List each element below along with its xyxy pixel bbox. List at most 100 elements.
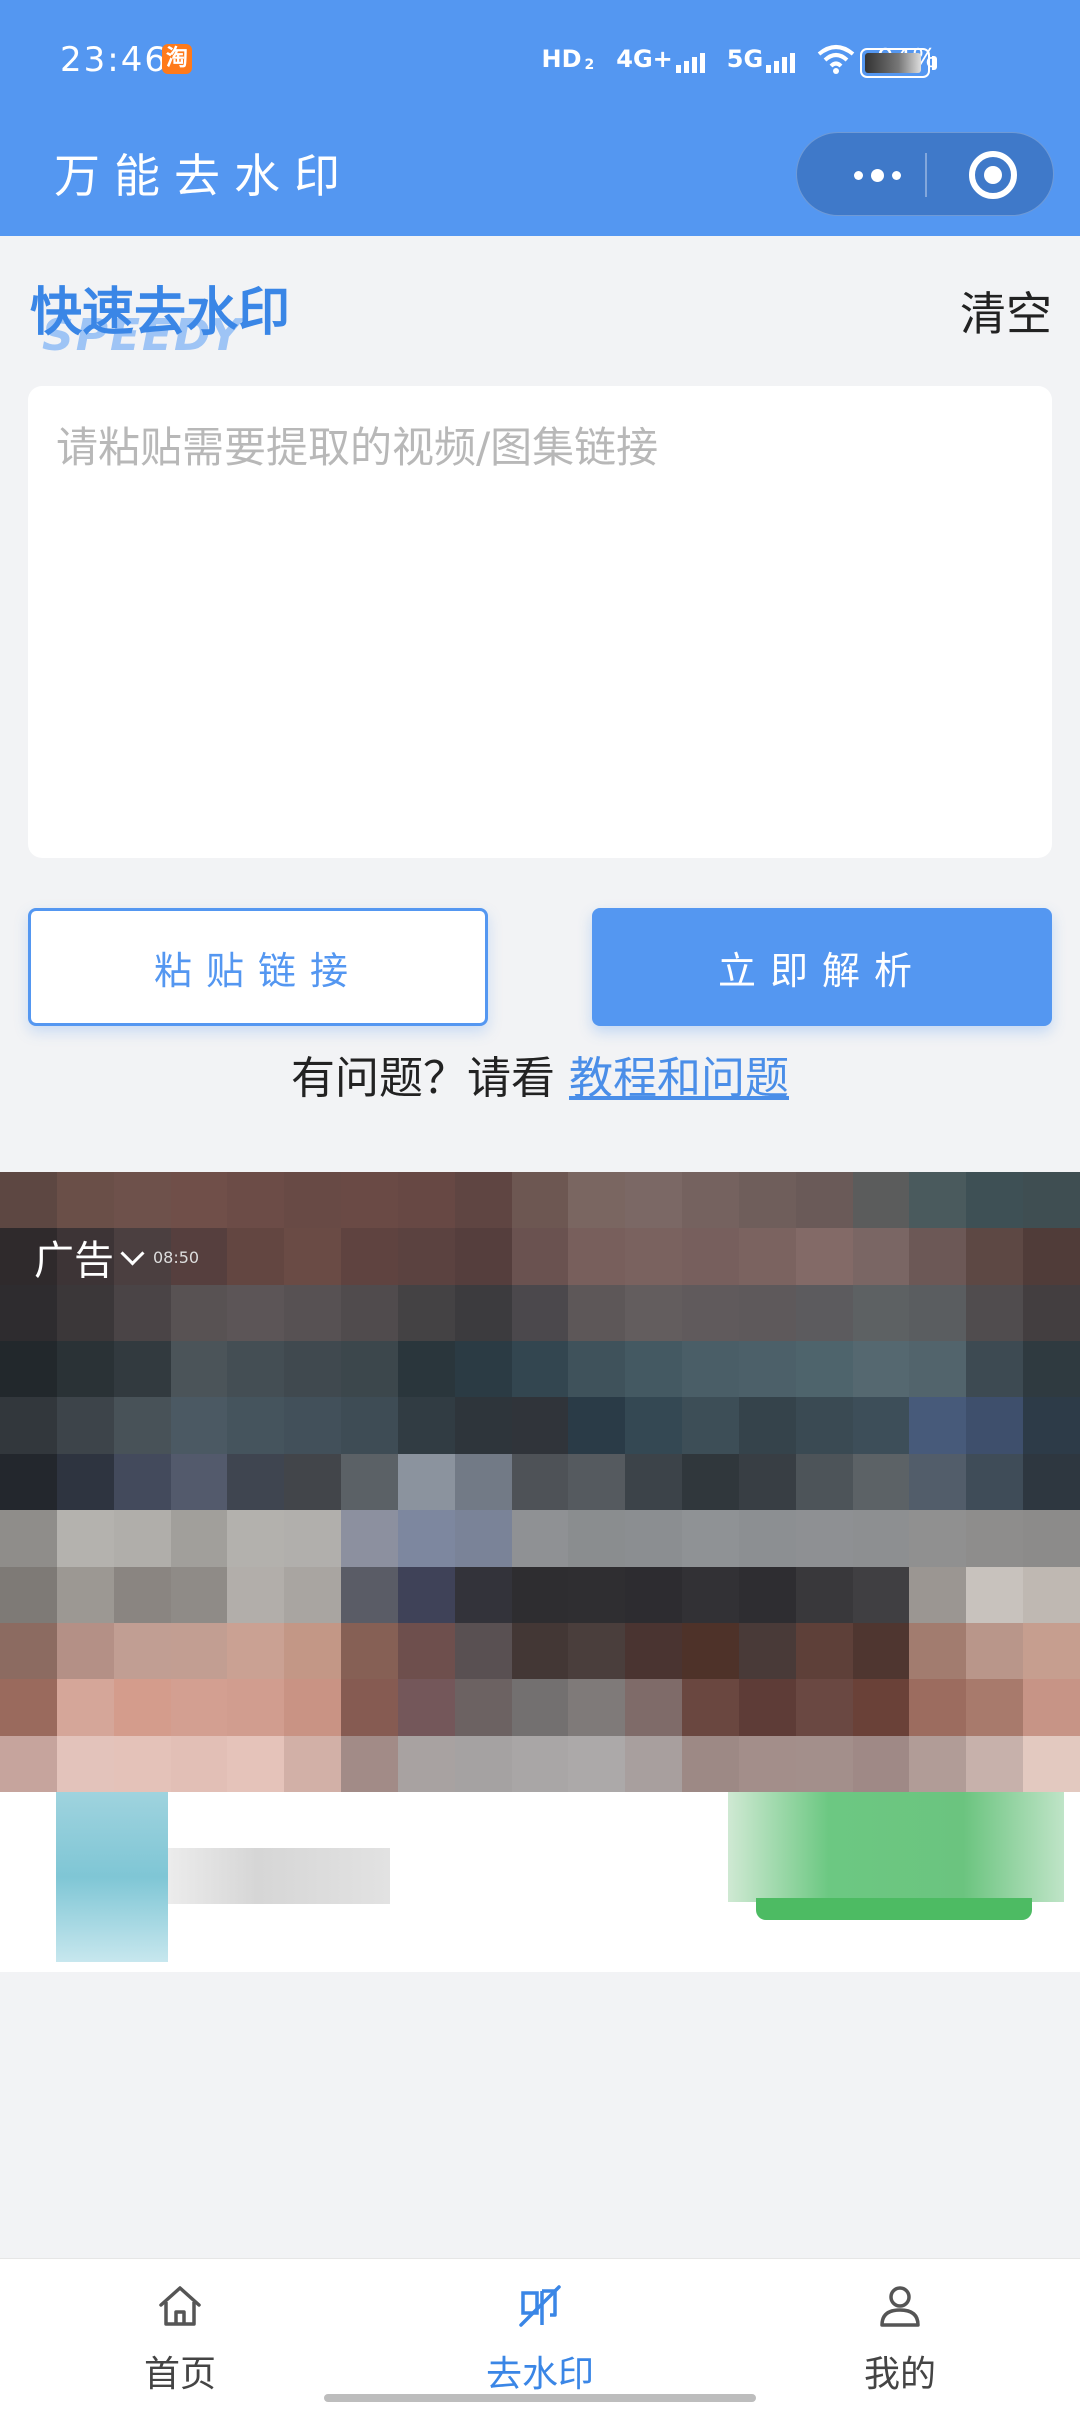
ad-pixel: [852, 1453, 910, 1511]
ad-pixel: [170, 1284, 228, 1342]
tab-home[interactable]: 首页: [0, 2259, 360, 2409]
ad-pixel: [511, 1510, 569, 1567]
help-prefix: 有问题？请看: [291, 1053, 569, 1104]
ad-pixel: [909, 1510, 967, 1567]
ad-pixel: [170, 1622, 228, 1680]
ad-pixel: [852, 1510, 910, 1567]
battery-fill: [865, 53, 921, 73]
ad-pixel: [966, 1341, 1024, 1398]
ad-pixel: [682, 1510, 739, 1567]
ad-blur-block-green: [728, 1792, 1064, 1902]
ad-pixel: [795, 1510, 853, 1567]
ad-pixel: [284, 1228, 342, 1285]
ad-pixel: [454, 1622, 512, 1680]
target-circle-icon[interactable]: [969, 151, 1017, 199]
ad-pixel: [454, 1566, 512, 1623]
clear-button[interactable]: 清空: [960, 278, 1052, 344]
ad-pixel: [1023, 1622, 1080, 1680]
ad-pixel: [341, 1397, 398, 1454]
ad-pixel: [966, 1679, 1024, 1736]
ad-pixel: [284, 1622, 342, 1680]
ad-pixel: [795, 1172, 853, 1229]
ad-green-bar: [756, 1898, 1032, 1920]
ad-pixel: [56, 1397, 114, 1454]
ad-pixel: [568, 1397, 626, 1454]
ad-time: 08:50: [153, 1247, 200, 1267]
tab-mine[interactable]: 我的: [720, 2259, 1080, 2409]
ad-pixel: [0, 1679, 57, 1736]
ad-pixel: [625, 1228, 683, 1285]
ad-label[interactable]: 广告 08:50: [34, 1228, 199, 1286]
ad-pixel: [625, 1341, 683, 1398]
status-time: 23:46: [60, 40, 168, 80]
ad-pixel: [0, 1172, 57, 1229]
ad-pixel: [113, 1566, 171, 1623]
hd-label: HD: [541, 45, 582, 73]
ad-pixel: [454, 1397, 512, 1454]
ad-pixel: [795, 1341, 853, 1398]
paste-link-button[interactable]: 粘贴链接: [28, 908, 488, 1026]
ad-pixel: [170, 1341, 228, 1398]
ad-pixel: [170, 1566, 228, 1623]
ad-pixel: [909, 1453, 967, 1511]
ad-pixel: [227, 1228, 285, 1285]
ad-pixel: [682, 1735, 739, 1792]
ad-pixel: [113, 1453, 171, 1511]
ad-pixel: [284, 1284, 342, 1342]
tab-watermark[interactable]: 去水印: [360, 2259, 720, 2409]
ad-pixel: [511, 1172, 569, 1229]
tab-label-mine: 我的: [863, 2354, 936, 2395]
ad-pixel: [0, 1453, 57, 1511]
ad-pixel: [454, 1510, 512, 1567]
more-dots-icon[interactable]: [837, 133, 917, 217]
ad-pixel: [852, 1679, 910, 1736]
ad-pixel: [625, 1566, 683, 1623]
ad-pixel: [397, 1735, 455, 1792]
ad-pixel: [795, 1566, 853, 1623]
ad-pixel: [454, 1679, 512, 1736]
ad-pixel: [341, 1284, 398, 1342]
ad-pixel: [795, 1679, 853, 1736]
ad-pixel: [568, 1341, 626, 1398]
parse-now-button[interactable]: 立即解析: [592, 908, 1052, 1026]
ad-pixel: [341, 1566, 398, 1623]
ad-pixel: [0, 1622, 57, 1680]
ad-pixel: [454, 1228, 512, 1285]
ad-pixel: [511, 1735, 569, 1792]
ad-pixel: [397, 1622, 455, 1680]
ad-pixel: [682, 1172, 739, 1229]
ad-pixel: [397, 1228, 455, 1285]
signal-5g-label: 5G: [726, 45, 764, 73]
ad-pixel: [56, 1735, 114, 1792]
ad-pixel: [625, 1172, 683, 1229]
ad-pixel: [852, 1341, 910, 1398]
ad-pixel: [738, 1566, 796, 1623]
link-input[interactable]: 请粘贴需要提取的视频/图集链接: [28, 386, 1052, 858]
ad-pixel: [795, 1453, 853, 1511]
ad-pixel: [682, 1622, 739, 1680]
ad-pixel: [511, 1622, 569, 1680]
ad-pixel: [227, 1510, 285, 1567]
ad-pixel: [227, 1622, 285, 1680]
tutorial-link[interactable]: 教程和问题: [569, 1053, 789, 1104]
ad-pixel: [113, 1510, 171, 1567]
signal-5g-icon: 5G: [726, 45, 796, 73]
ad-pixel: [341, 1510, 398, 1567]
ad-pixel: [625, 1510, 683, 1567]
ad-pixel: [1023, 1453, 1080, 1511]
ad-pixel: [966, 1172, 1024, 1229]
ad-pixel: [625, 1679, 683, 1736]
ad-pixel: [1023, 1284, 1080, 1342]
ad-pixel: [511, 1341, 569, 1398]
ad-pixel: [113, 1622, 171, 1680]
ad-label-text: 广告: [34, 1238, 114, 1284]
ad-pixel: [795, 1284, 853, 1342]
ad-pixel: [1023, 1228, 1080, 1285]
ad-pixel: [511, 1228, 569, 1285]
ad-pixel: [113, 1341, 171, 1398]
ad-pixel: [1023, 1735, 1080, 1792]
ad-pixel: [113, 1735, 171, 1792]
ad-pixel: [397, 1453, 455, 1511]
ad-pixel: [56, 1622, 114, 1680]
ad-pixel: [341, 1453, 398, 1511]
